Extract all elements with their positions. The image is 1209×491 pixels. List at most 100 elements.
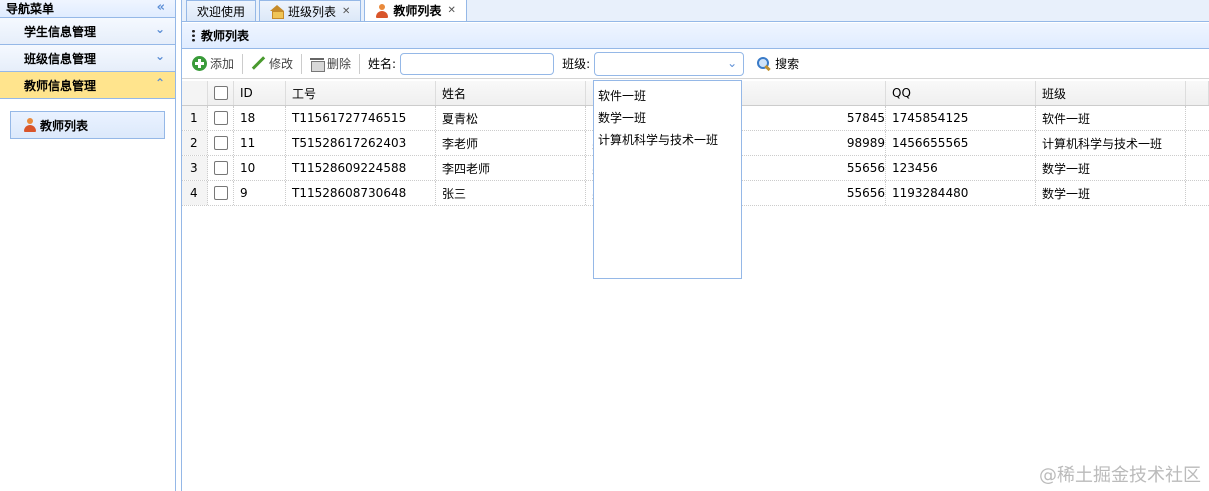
accordion-teacher-management[interactable]: 教师信息管理 ⌃: [0, 72, 175, 99]
dropdown-option[interactable]: 数学一班: [594, 106, 741, 128]
cell-class: 数学一班: [1036, 156, 1186, 180]
name-label: 姓名:: [368, 57, 397, 71]
cell-name: 李四老师: [436, 156, 586, 180]
add-button[interactable]: 添加: [188, 52, 238, 76]
tab-welcome[interactable]: 欢迎使用: [186, 0, 257, 21]
cell-class: 软件一班: [1036, 106, 1186, 130]
double-chevron-up-icon: ⌃: [154, 76, 165, 90]
cell-qq: 1456655565: [886, 131, 1036, 155]
column-header-id[interactable]: ID: [234, 81, 286, 105]
class-dropdown-panel: 软件一班 数学一班 计算机科学与技术一班: [593, 80, 742, 279]
double-chevron-left-icon[interactable]: «: [157, 0, 165, 15]
toolbar: 添加 修改 删除 姓名: 班级: ⌄ 搜索: [182, 49, 1209, 79]
tab-bar: 欢迎使用 班级列表 ✕ 教师列表 ✕: [182, 0, 1209, 22]
chevron-down-icon[interactable]: ⌄: [727, 56, 737, 70]
row-checkbox[interactable]: [213, 186, 228, 200]
accordion-label: 班级信息管理: [24, 51, 97, 66]
cell-col5: 98989: [736, 131, 886, 155]
column-header-qq[interactable]: QQ: [886, 81, 1036, 105]
search-button-label: 搜索: [775, 57, 800, 71]
accordion-student-management[interactable]: 学生信息管理 ⌄: [0, 18, 175, 45]
add-button-label: 添加: [210, 57, 235, 71]
cell-col5: 55656: [736, 181, 886, 205]
watermark: @稀土掘金技术社区: [1039, 465, 1201, 486]
close-icon[interactable]: ✕: [342, 6, 350, 17]
cell-name: 张三: [436, 181, 586, 205]
close-icon[interactable]: ✕: [447, 5, 455, 16]
header-filler: [1186, 81, 1209, 105]
row-number: 3: [182, 156, 208, 180]
sidebar-item-label: 教师列表: [40, 118, 89, 133]
toolbar-separator: [359, 53, 361, 74]
house-icon: [270, 5, 285, 19]
delete-button-label: 删除: [327, 57, 352, 71]
sidebar: 导航菜单 « 学生信息管理 ⌄ 班级信息管理 ⌄ 教师信息管理 ⌃ 教师列表: [0, 0, 176, 491]
cell-class: 数学一班: [1036, 181, 1186, 205]
column-header-name[interactable]: 姓名: [436, 81, 586, 105]
row-checkbox-cell: [208, 131, 234, 155]
search-button[interactable]: 搜索: [756, 55, 799, 72]
person-icon: [23, 118, 37, 132]
person-icon: [375, 3, 389, 18]
cell-id: 9: [234, 181, 286, 205]
accordion-label: 学生信息管理: [24, 24, 97, 39]
double-chevron-down-icon: ⌄: [154, 49, 165, 63]
double-chevron-down-icon: ⌄: [154, 22, 165, 36]
select-all-checkbox[interactable]: [213, 86, 228, 100]
cell-class: 计算机科学与技术一班: [1036, 131, 1186, 155]
row-checkbox-cell: [208, 106, 234, 130]
dropdown-option[interactable]: 软件一班: [594, 84, 741, 106]
row-number: 1: [182, 106, 208, 130]
accordion-label: 教师信息管理: [24, 78, 97, 93]
tab-label: 欢迎使用: [197, 4, 246, 19]
name-input[interactable]: [400, 52, 555, 75]
delete-button[interactable]: 删除: [306, 52, 355, 76]
search-icon: [756, 56, 771, 71]
cell-name: 李老师: [436, 131, 586, 155]
dropdown-option[interactable]: 计算机科学与技术一班: [594, 128, 741, 150]
tab-teacher-list[interactable]: 教师列表 ✕: [364, 0, 467, 21]
cell-name: 夏青松: [436, 106, 586, 130]
column-header-class[interactable]: 班级: [1036, 81, 1186, 105]
sidebar-title-text: 导航菜单: [6, 2, 55, 16]
edit-button-label: 修改: [269, 57, 294, 71]
row-checkbox[interactable]: [213, 136, 228, 150]
accordion-body: 教师列表: [0, 99, 175, 151]
select-all-cell: [208, 81, 234, 105]
column-header-5[interactable]: [736, 81, 886, 105]
tab-label: 班级列表: [288, 4, 337, 19]
row-number: 2: [182, 131, 208, 155]
panel-header: 教师列表: [182, 23, 1209, 49]
class-label: 班级:: [562, 57, 591, 71]
sidebar-item-teacher-list[interactable]: 教师列表: [10, 111, 165, 139]
row-number-header: [182, 81, 208, 105]
cell-number: T11528608730648: [286, 181, 436, 205]
tab-class-list[interactable]: 班级列表 ✕: [259, 0, 362, 21]
toolbar-separator: [301, 53, 303, 74]
class-combobox[interactable]: ⌄: [594, 51, 745, 76]
add-icon: [192, 56, 207, 71]
accordion-class-management[interactable]: 班级信息管理 ⌄: [0, 45, 175, 72]
column-header-number[interactable]: 工号: [286, 81, 436, 105]
edit-button[interactable]: 修改: [247, 52, 297, 76]
row-checkbox[interactable]: [213, 111, 228, 125]
cell-id: 10: [234, 156, 286, 180]
row-checkbox[interactable]: [213, 161, 228, 175]
cell-col5: 55656: [736, 156, 886, 180]
cell-col5: 57845: [736, 106, 886, 130]
cell-qq: 1745854125: [886, 106, 1036, 130]
cell-number: T11561727746515: [286, 106, 436, 130]
panel-title: 教师列表: [201, 29, 250, 43]
row-checkbox-cell: [208, 156, 234, 180]
cell-number: T51528617262403: [286, 131, 436, 155]
tab-label: 教师列表: [393, 4, 442, 18]
trash-icon: [310, 56, 326, 72]
cell-number: T11528609224588: [286, 156, 436, 180]
sidebar-title: 导航菜单 «: [0, 0, 175, 18]
row-number: 4: [182, 181, 208, 205]
cell-id: 18: [234, 106, 286, 130]
cell-id: 11: [234, 131, 286, 155]
toolbar-separator: [242, 53, 244, 74]
cell-qq: 123456: [886, 156, 1036, 180]
row-checkbox-cell: [208, 181, 234, 205]
